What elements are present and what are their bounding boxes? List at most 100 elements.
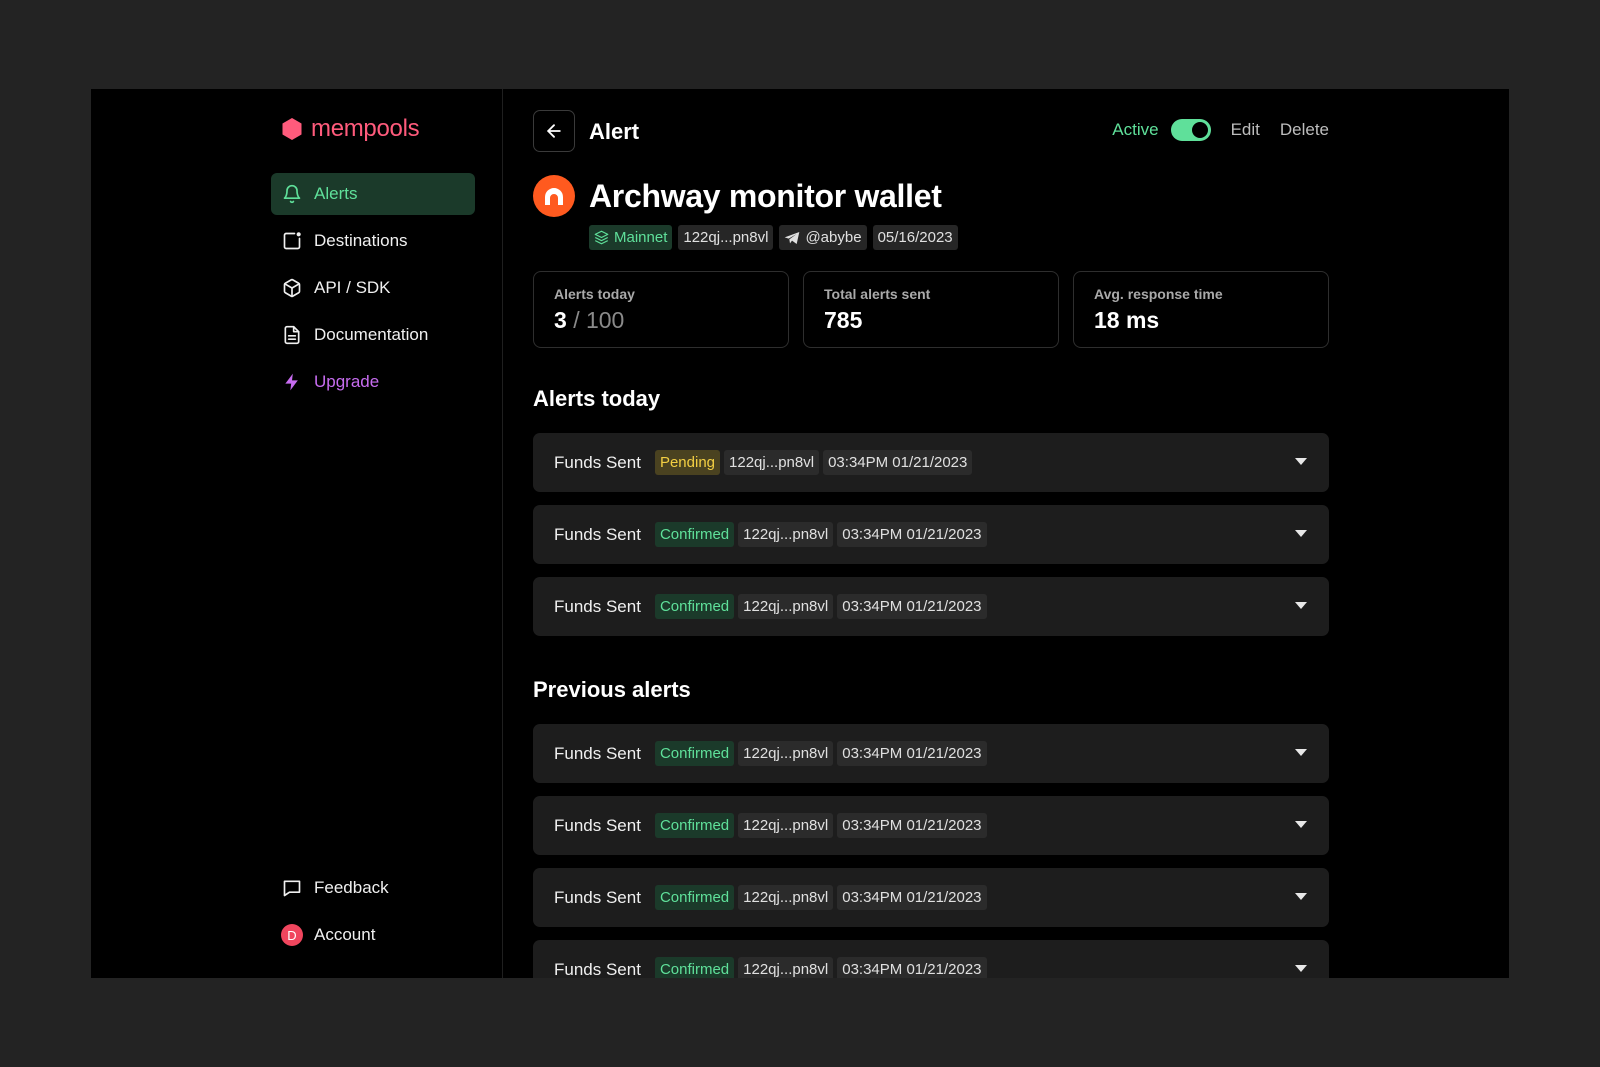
- network-badge: Mainnet: [589, 225, 673, 250]
- alert-address: 122qj...pn8vl: [738, 885, 834, 910]
- alert-title: Funds Sent: [554, 596, 641, 616]
- stat-label: Total alerts sent: [824, 286, 931, 302]
- alert-row[interactable]: Funds Sent Confirmed 122qj...pn8vl 03:34PM …: [533, 868, 1329, 927]
- stat-value: 3 / 100: [554, 307, 768, 334]
- wallet-tags: Mainnet 122qj...pn8vl @abybe 05/16/2023: [589, 225, 958, 250]
- stat-card-response-time: Avg. response time 18 ms: [1073, 271, 1329, 348]
- alert-title: Funds Sent: [554, 815, 641, 835]
- telegram-badge: @abybe: [779, 225, 867, 250]
- delete-button[interactable]: Delete: [1280, 120, 1329, 140]
- sidebar-item-label: API / SDK: [314, 278, 391, 297]
- sidebar-item-upgrade[interactable]: Upgrade: [271, 361, 475, 403]
- previous-alerts-list: Funds Sent Confirmed 122qj...pn8vl 03:34PM …: [533, 724, 1329, 978]
- sidebar-item-alerts[interactable]: Alerts: [271, 173, 475, 215]
- logo-text: mempools: [311, 115, 420, 142]
- sidebar-bottom: Feedback D Account: [271, 867, 475, 961]
- active-toggle[interactable]: [1170, 119, 1211, 141]
- alert-address: 122qj...pn8vl: [738, 522, 834, 547]
- logo[interactable]: mempools: [281, 115, 420, 143]
- alert-timestamp: 03:34PM 01/21/2023: [837, 741, 987, 766]
- document-icon: [281, 324, 303, 346]
- caret-down-icon[interactable]: [1295, 748, 1307, 758]
- status-badge: Confirmed: [654, 813, 735, 838]
- alert-address: 122qj...pn8vl: [738, 594, 834, 619]
- lightning-icon: [281, 371, 303, 393]
- sidebar-item-feedback[interactable]: Feedback: [271, 867, 475, 909]
- caret-down-icon[interactable]: [1295, 457, 1307, 467]
- cube-icon: [281, 277, 303, 299]
- sidebar-item-label: Destinations: [314, 231, 408, 250]
- alert-row[interactable]: Funds Sent Confirmed 122qj...pn8vl 03:34PM …: [533, 724, 1329, 783]
- status-badge: Confirmed: [654, 957, 735, 978]
- created-date: 05/16/2023: [872, 225, 958, 250]
- alert-address: 122qj...pn8vl: [738, 741, 834, 766]
- sidebar-item-label: Feedback: [314, 878, 389, 897]
- alert-address: 122qj...pn8vl: [738, 813, 834, 838]
- telegram-icon: [785, 231, 800, 244]
- alert-title: Funds Sent: [554, 887, 641, 907]
- sidebar-item-account[interactable]: D Account: [271, 914, 475, 956]
- status-badge: Confirmed: [654, 885, 735, 910]
- app-window: mempools Alerts Destinations API / SDK D…: [91, 89, 1509, 978]
- stat-number: 3: [554, 307, 567, 333]
- back-button[interactable]: [533, 110, 575, 152]
- sidebar-item-destinations[interactable]: Destinations: [271, 220, 475, 262]
- sidebar-item-label: Alerts: [314, 184, 358, 203]
- header: Alert Active Edit Delete: [533, 110, 1329, 152]
- alert-row[interactable]: Funds Sent Pending 122qj...pn8vl 03:34PM 01…: [533, 433, 1329, 492]
- wallet-header: Archway monitor wallet: [533, 175, 942, 217]
- stat-card-alerts-today: Alerts today 3 / 100: [533, 271, 789, 348]
- caret-down-icon[interactable]: [1295, 892, 1307, 902]
- stat-card-total-alerts: Total alerts sent 785: [803, 271, 1059, 348]
- caret-down-icon[interactable]: [1295, 820, 1307, 830]
- alert-timestamp: 03:34PM 01/21/2023: [837, 522, 987, 547]
- alerts-today-list: Funds Sent Pending 122qj...pn8vl 03:34PM 01…: [533, 433, 1329, 649]
- stats-row: Alerts today 3 / 100 Total alerts sent 7…: [533, 271, 1329, 348]
- edit-button[interactable]: Edit: [1231, 120, 1260, 140]
- stat-label: Alerts today: [554, 286, 635, 302]
- stat-label: Avg. response time: [1094, 286, 1223, 302]
- caret-down-icon[interactable]: [1295, 964, 1307, 974]
- status-badge: Confirmed: [654, 741, 735, 766]
- status-badge: Confirmed: [654, 594, 735, 619]
- alert-row[interactable]: Funds Sent Confirmed 122qj...pn8vl 03:34PM …: [533, 505, 1329, 564]
- status-badge: Pending: [654, 450, 721, 475]
- sidebar-item-documentation[interactable]: Documentation: [271, 314, 475, 356]
- destination-icon: [281, 230, 303, 252]
- sidebar-nav: Alerts Destinations API / SDK Documentat…: [271, 173, 475, 408]
- stat-value: 18 ms: [1094, 307, 1160, 333]
- stat-suffix: / 100: [573, 307, 625, 333]
- hexagon-logo-icon: [282, 118, 302, 140]
- caret-down-icon[interactable]: [1295, 601, 1307, 611]
- bell-icon: [281, 183, 303, 205]
- section-title-previous-alerts: Previous alerts: [533, 677, 691, 702]
- alert-title: Funds Sent: [554, 524, 641, 544]
- sidebar-item-label: Upgrade: [314, 372, 380, 391]
- alert-title: Funds Sent: [554, 743, 641, 763]
- sidebar-item-api-sdk[interactable]: API / SDK: [271, 267, 475, 309]
- layers-icon: [594, 230, 609, 245]
- alert-timestamp: 03:34PM 01/21/2023: [837, 957, 987, 978]
- sidebar-item-label: Account: [314, 925, 376, 944]
- caret-down-icon[interactable]: [1295, 529, 1307, 539]
- avatar: D: [281, 924, 303, 946]
- page-title: Alert: [589, 119, 640, 144]
- main-content: Alert Active Edit Delete Archway monitor…: [533, 89, 1333, 978]
- alert-title: Funds Sent: [554, 959, 641, 979]
- network-label: Mainnet: [614, 229, 668, 246]
- stat-value: 785: [824, 307, 863, 333]
- alert-row[interactable]: Funds Sent Confirmed 122qj...pn8vl 03:34PM …: [533, 577, 1329, 636]
- alert-timestamp: 03:34PM 01/21/2023: [837, 594, 987, 619]
- sidebar: mempools Alerts Destinations API / SDK D…: [91, 89, 503, 978]
- wallet-title: Archway monitor wallet: [589, 177, 942, 214]
- alert-row[interactable]: Funds Sent Confirmed 122qj...pn8vl 03:34PM …: [533, 940, 1329, 978]
- alert-timestamp: 03:34PM 01/21/2023: [823, 450, 973, 475]
- alert-row[interactable]: Funds Sent Confirmed 122qj...pn8vl 03:34PM …: [533, 796, 1329, 855]
- chat-icon: [281, 877, 303, 899]
- active-label: Active: [1112, 120, 1159, 139]
- section-title-alerts-today: Alerts today: [533, 386, 661, 411]
- alert-address: 122qj...pn8vl: [724, 450, 820, 475]
- telegram-handle: @abybe: [805, 229, 862, 246]
- alert-timestamp: 03:34PM 01/21/2023: [837, 885, 987, 910]
- status-badge: Confirmed: [654, 522, 735, 547]
